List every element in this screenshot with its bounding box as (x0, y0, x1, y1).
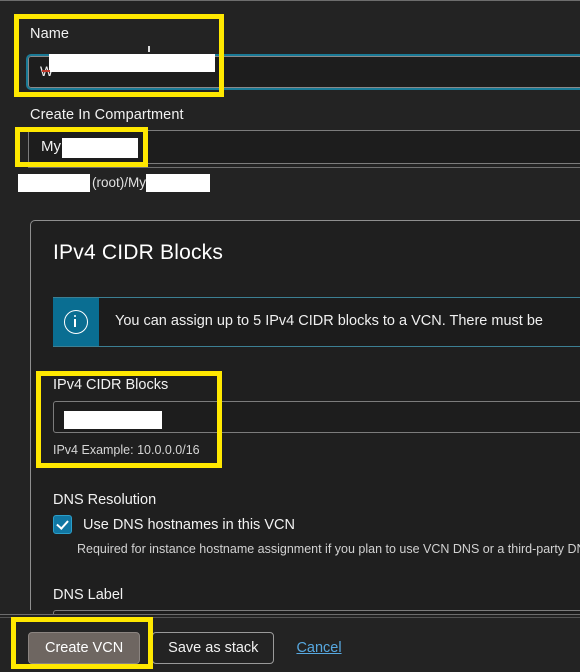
spellcheck-underline (42, 70, 50, 72)
compartment-path-redaction-right (146, 174, 210, 192)
cidr-redaction-mask (64, 411, 162, 429)
dns-resolution-label: DNS Resolution (53, 492, 157, 508)
compartment-path-redaction-left (18, 174, 90, 192)
dialog-footer: Create VCN Save as stack Cancel (0, 614, 580, 672)
text-caret (148, 46, 150, 52)
name-redaction-mask (49, 54, 215, 72)
compartment-value: My (41, 138, 61, 155)
card-title: IPv4 CIDR Blocks (53, 241, 224, 264)
footer-button-row: Create VCN Save as stack Cancel (28, 632, 342, 664)
save-as-stack-button[interactable]: Save as stack (152, 632, 275, 664)
create-vcn-button[interactable]: Create VCN (28, 632, 141, 664)
compartment-label: Create In Compartment (30, 107, 184, 123)
create-vcn-dialog: Name W Create In Compartment My (root)/M… (0, 0, 580, 672)
info-banner-icon-box (53, 298, 99, 346)
info-banner-text: You can assign up to 5 IPv4 CIDR blocks … (115, 313, 543, 329)
dns-label-label: DNS Label (53, 587, 124, 603)
compartment-divider (28, 167, 580, 168)
dns-hostnames-help-text: Required for instance hostname assignmen… (77, 542, 580, 556)
name-label: Name (30, 26, 70, 42)
info-banner: You can assign up to 5 IPv4 CIDR blocks … (53, 297, 580, 347)
checkbox-checked-icon[interactable] (53, 515, 72, 534)
cancel-link[interactable]: Cancel (296, 640, 341, 656)
info-circle-icon (64, 310, 88, 334)
compartment-path-text: (root)/My (92, 175, 146, 190)
dns-hostnames-checkbox-label: Use DNS hostnames in this VCN (83, 516, 295, 533)
cidr-blocks-help-text: IPv4 Example: 10.0.0.0/16 (53, 443, 200, 457)
dns-hostnames-checkbox-row[interactable]: Use DNS hostnames in this VCN (53, 515, 295, 534)
top-divider (0, 0, 580, 1)
cidr-blocks-label: IPv4 CIDR Blocks (53, 377, 169, 393)
compartment-redaction-mask (62, 138, 138, 158)
